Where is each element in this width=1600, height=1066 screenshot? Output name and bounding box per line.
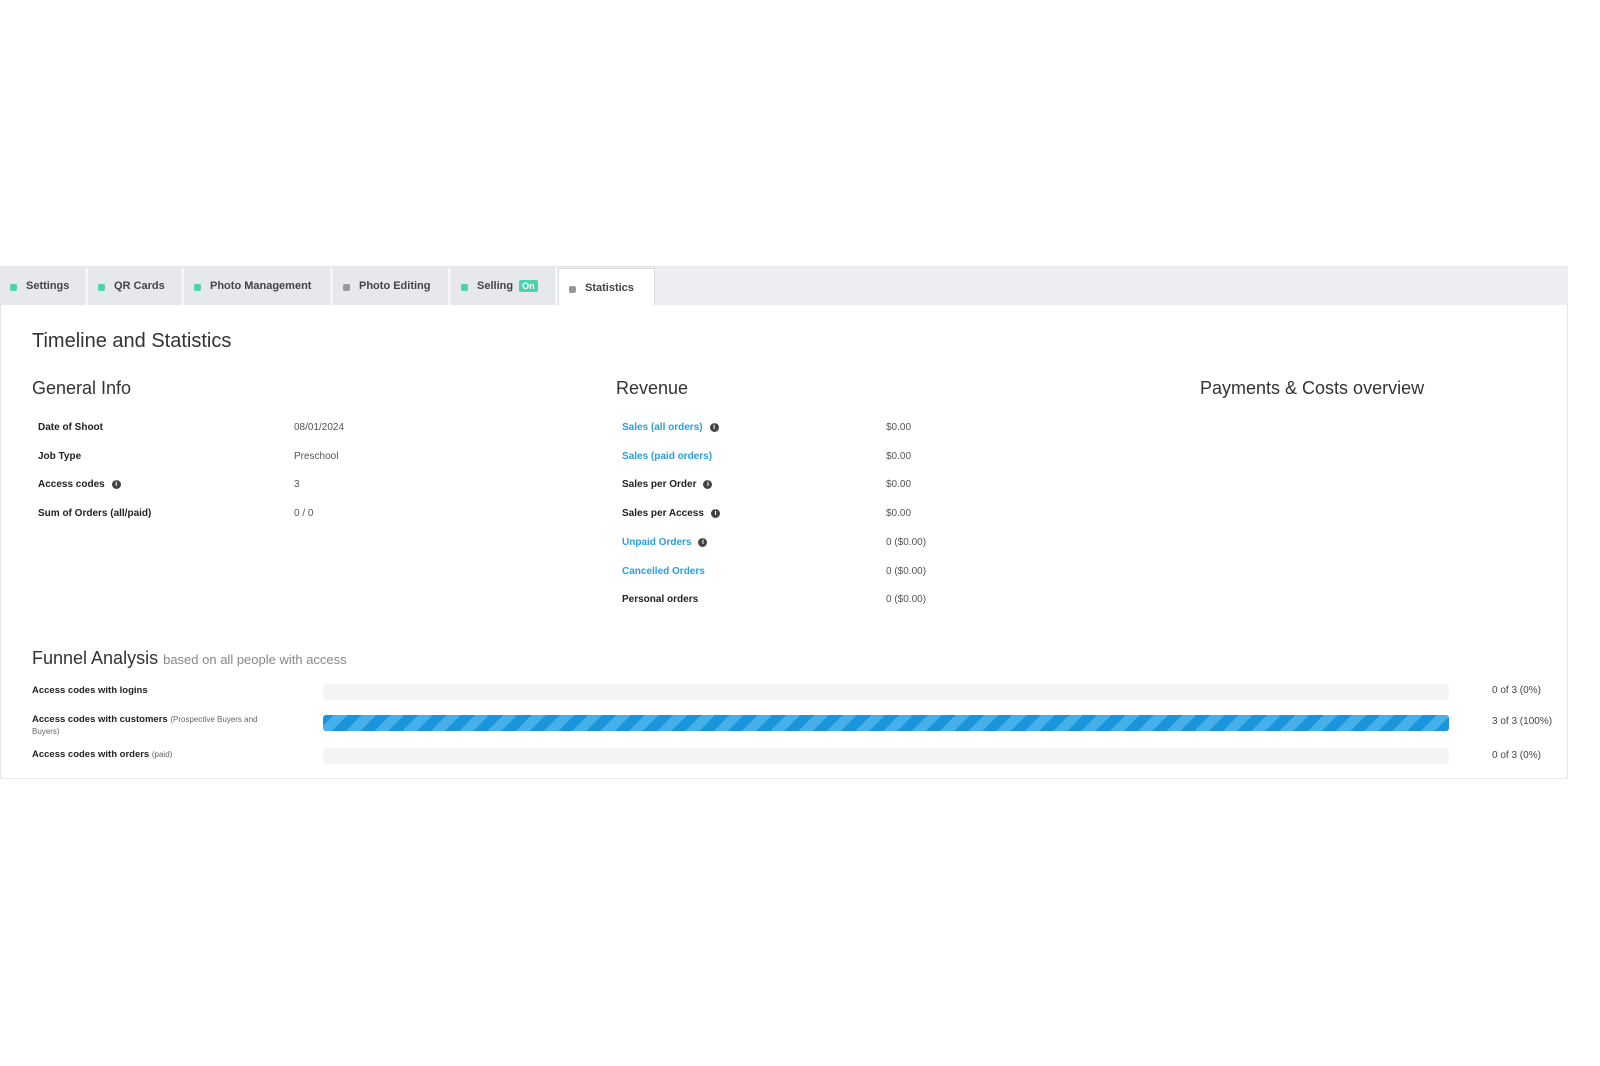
general-row-label: Date of Shoot (38, 422, 103, 433)
info-icon[interactable]: i (698, 537, 708, 547)
revenue-label[interactable]: Sales (all orders) (622, 422, 703, 433)
general-value: 0 / 0 (294, 508, 314, 520)
funnel-subheading: based on all people with access (163, 652, 347, 667)
general-row-label: Sum of Orders (all/paid) (38, 508, 151, 519)
revenue-value: $0.00 (886, 450, 912, 462)
tab-label: Statistics (585, 282, 634, 294)
revenue-value: 0 ($0.00) (886, 594, 927, 606)
general-label: Sum of Orders (all/paid) (38, 508, 152, 520)
statistics-panel (0, 305, 1568, 779)
info-icon[interactable]: i (703, 480, 713, 490)
funnel-label: Access codes with customers (Prospective… (32, 714, 282, 738)
general-value: Preschool (294, 450, 339, 462)
revenue-label: Sales per Access (622, 508, 704, 520)
funnel-value: 0 of 3 (0%) (1492, 750, 1541, 761)
general-label: Access codes (38, 479, 105, 491)
info-icon[interactable]: i (111, 480, 121, 490)
funnel-label: Access codes with orders (paid) (32, 749, 282, 761)
tab-label: Photo Management (210, 280, 312, 292)
selling-on-badge: On (519, 280, 538, 292)
status-dot-icon (10, 284, 17, 291)
revenue-row-label: Sales per Access i (622, 508, 720, 519)
funnel-label-note: (paid) (151, 750, 173, 759)
revenue-row-label: Sales per Order i (622, 479, 713, 491)
funnel-label-text: Access codes with orders (32, 749, 150, 760)
revenue-label[interactable]: Unpaid Orders (622, 537, 691, 548)
tab-label: Selling (477, 280, 514, 292)
revenue-row-label: Personal orders (622, 594, 698, 605)
tab-bar: Settings QR Cards Photo Management Photo Ed… (0, 266, 1568, 307)
funnel-label: Access codes with logins (32, 685, 282, 697)
revenue-label: Personal orders (622, 594, 699, 606)
payments-heading: Payments & Costs overview (1200, 378, 1425, 398)
info-icon[interactable]: i (710, 509, 720, 519)
general-row-label: Access codes i (38, 479, 121, 490)
tab-label: Photo Editing (359, 280, 431, 292)
status-dot-icon (569, 286, 576, 293)
revenue-label[interactable]: Cancelled Orders (622, 566, 705, 577)
revenue-label: Sales per Order (622, 479, 697, 491)
funnel-label-text: Access codes with logins (32, 685, 148, 696)
status-dot-icon (343, 284, 350, 291)
funnel-label-text: Access codes with customers (32, 714, 168, 725)
revenue-label[interactable]: Sales (paid orders) (622, 451, 712, 462)
general-row-label: Job Type (38, 451, 81, 462)
funnel-value: 0 of 3 (0%) (1492, 685, 1541, 696)
general-info-heading: General Info (32, 378, 132, 398)
funnel-value: 3 of 3 (100%) (1492, 716, 1553, 727)
tab-settings[interactable]: Settings (0, 267, 88, 305)
tab-label: Settings (26, 280, 70, 292)
funnel-progress-bar (323, 684, 1449, 700)
revenue-value: $0.00 (886, 479, 912, 491)
tab-selling[interactable]: Selling On (451, 267, 558, 305)
revenue-value: 0 ($0.00) (886, 565, 927, 577)
revenue-row-label[interactable]: Sales (all orders) i (622, 422, 719, 433)
revenue-value: $0.00 (886, 508, 912, 520)
general-label: Job Type (38, 450, 82, 462)
tab-photo-editing[interactable]: Photo Editing (333, 267, 451, 305)
funnel-progress-bar (323, 715, 1449, 731)
funnel-heading: Funnel Analysis based on all people with… (32, 648, 347, 669)
status-dot-icon (194, 284, 201, 291)
revenue-row-label[interactable]: Sales (paid orders) (622, 451, 712, 462)
info-icon[interactable]: i (709, 423, 719, 432)
tab-photo-management[interactable]: Photo Management (184, 267, 333, 305)
revenue-row-label[interactable]: Cancelled Orders (622, 566, 705, 577)
status-dot-icon (98, 284, 105, 291)
general-value: 08/01/2024 (294, 422, 345, 433)
funnel-progress-bar (323, 748, 1449, 764)
general-value: 3 (294, 479, 300, 491)
revenue-heading: Revenue (616, 378, 689, 398)
funnel-progress-fill (323, 715, 1449, 731)
tab-statistics[interactable]: Statistics (558, 268, 655, 307)
status-dot-icon (461, 284, 468, 291)
funnel-title: Funnel Analysis (32, 648, 159, 668)
revenue-value: $0.00 (886, 422, 912, 433)
general-label: Date of Shoot (38, 422, 103, 433)
revenue-value: 0 ($0.00) (886, 536, 927, 548)
revenue-row-label[interactable]: Unpaid Orders i (622, 537, 708, 548)
tab-qr-cards[interactable]: QR Cards (88, 267, 184, 305)
tab-label: QR Cards (114, 280, 165, 292)
page-title: Timeline and Statistics (32, 330, 232, 352)
